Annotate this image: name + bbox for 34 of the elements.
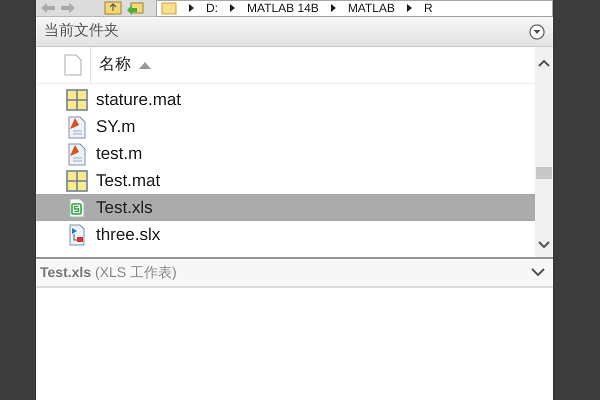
path-separator-icon [330,4,336,12]
scrollbar-thumb[interactable] [536,167,552,179]
file-name: test.m [96,142,142,165]
spreadsheet-file-icon [67,196,87,218]
panel-title: 当前文件夹 [44,21,119,42]
chevron-up-icon[interactable] [538,59,550,67]
details-text: Test.xls (XLS 工作表) [40,263,177,282]
file-name: Test.mat [96,170,160,192]
chevron-down-icon[interactable] [531,268,545,277]
scrollbar[interactable] [535,47,553,257]
grid-file-icon [66,170,88,192]
file-name: three.slx [96,224,160,246]
path-segment[interactable]: MATLAB 14B [247,0,319,16]
file-name: stature.mat [96,88,182,111]
file-row[interactable]: Test.xls [36,194,535,221]
file-name: SY.m [96,116,136,138]
path-segment[interactable]: MATLAB [348,0,395,16]
path-separator-icon [230,4,235,12]
model-file-icon [67,222,87,246]
script-file-icon [66,142,88,166]
dropdown-circle-icon[interactable] [529,24,545,40]
path-segment[interactable]: R [424,0,433,16]
file-icon [64,54,82,76]
path-separator-icon [189,4,194,12]
path-bar[interactable]: D: MATLAB 14B MATLAB R [156,0,553,16]
chevron-down-icon[interactable] [538,241,550,249]
file-name: Test.xls [96,196,153,219]
script-file-icon [66,114,88,138]
folder-icon [161,2,177,14]
column-header[interactable]: 名称 [91,47,151,83]
grid-file-icon [66,88,88,110]
path-segment[interactable]: D: [206,0,218,16]
path-separator-icon [406,4,412,12]
up-folder-icon[interactable] [104,1,122,15]
